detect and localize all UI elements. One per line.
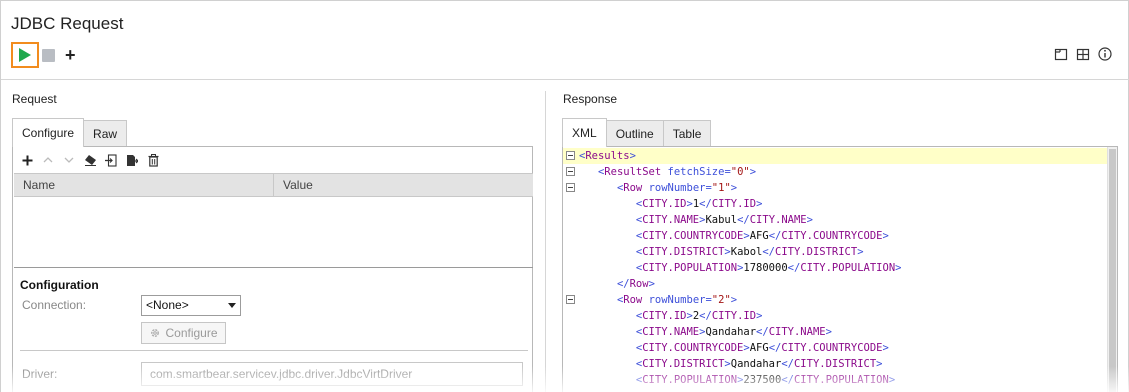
- xml-line: <Results>: [563, 148, 1108, 164]
- xml-line: <CITY.DISTRICT>Qandahar</CITY.DISTRICT>: [635, 358, 883, 370]
- params-toolbar: [13, 147, 532, 173]
- stop-icon[interactable]: [42, 48, 55, 62]
- response-tabs: XML Outline Table: [562, 118, 712, 147]
- xml-line: <CITY.NAME>Kabul</CITY.NAME>: [635, 214, 813, 226]
- jdbc-request-window: JDBC Request + Request Configure Raw Nam…: [0, 0, 1129, 392]
- fold-toggle-icon[interactable]: [566, 167, 575, 176]
- xml-line: <ResultSet fetchSize="0">: [597, 166, 757, 178]
- delete-icon[interactable]: [146, 153, 160, 167]
- run-button[interactable]: [11, 42, 39, 68]
- connection-select-value: <None>: [146, 298, 189, 312]
- configure-button[interactable]: Configure: [141, 322, 226, 344]
- tab-table[interactable]: Table: [662, 120, 712, 147]
- header-divider: [1, 79, 1129, 80]
- connection-label: Connection:: [22, 298, 87, 312]
- info-icon[interactable]: [1098, 47, 1112, 61]
- tab-raw[interactable]: Raw: [83, 120, 128, 147]
- panel-splitter[interactable]: [545, 91, 546, 392]
- xml-line: <CITY.POPULATION>1780000</CITY.POPULATIO…: [635, 262, 902, 274]
- driver-label: Driver:: [22, 367, 58, 381]
- fold-toggle-icon[interactable]: [566, 183, 575, 192]
- import-icon[interactable]: [104, 153, 118, 167]
- view-toolbar: [1054, 47, 1112, 61]
- tab-outline[interactable]: Outline: [605, 120, 664, 147]
- xml-line: <Row rowNumber="2">: [616, 294, 738, 306]
- export-icon[interactable]: [125, 153, 139, 167]
- fold-toggle-icon[interactable]: [566, 295, 575, 304]
- tab-xml[interactable]: XML: [562, 118, 607, 147]
- configuration-divider: [20, 350, 528, 351]
- xml-line: <CITY.ID>1</CITY.ID>: [635, 198, 763, 210]
- scrollbar-thumb[interactable]: [1109, 149, 1116, 392]
- params-table-header: Name Value: [14, 174, 533, 197]
- driver-field[interactable]: com.smartbear.servicev.jdbc.driver.JdbcV…: [141, 362, 523, 386]
- xml-line: <CITY.POPULATION>237500</CITY.POPULATION…: [635, 374, 896, 386]
- xml-line: <CITY.ID>2</CITY.ID>: [635, 310, 763, 322]
- layout-grid-icon[interactable]: [1076, 47, 1090, 61]
- response-label: Response: [563, 92, 618, 106]
- clear-icon[interactable]: [83, 153, 97, 167]
- request-tabs: Configure Raw: [12, 118, 128, 147]
- params-table: Name Value: [14, 173, 533, 268]
- tab-configure[interactable]: Configure: [12, 118, 85, 147]
- plus-icon[interactable]: +: [65, 46, 76, 64]
- gear-icon: [151, 329, 160, 337]
- column-header-value[interactable]: Value: [274, 174, 313, 197]
- vertical-scrollbar[interactable]: [1107, 147, 1117, 392]
- xml-line: <CITY.NAME>Qandahar</CITY.NAME>: [635, 326, 832, 338]
- response-panel: <Results> <ResultSet fetchSize="0"> <Row…: [562, 146, 1118, 392]
- configuration-heading: Configuration: [20, 278, 99, 292]
- xml-line: <CITY.DISTRICT>Kabol</CITY.DISTRICT>: [635, 246, 864, 258]
- xml-line: <CITY.COUNTRYCODE>AFG</CITY.COUNTRYCODE>: [635, 230, 889, 242]
- add-param-icon[interactable]: [20, 153, 34, 167]
- layout-single-icon[interactable]: [1054, 47, 1068, 61]
- column-header-name[interactable]: Name: [14, 174, 274, 197]
- xml-editor[interactable]: <Results> <ResultSet fetchSize="0"> <Row…: [563, 147, 1108, 392]
- xml-line: </Row>: [616, 278, 655, 290]
- move-up-icon[interactable]: [41, 153, 55, 167]
- request-panel: Name Value Configuration Connection: <No…: [12, 146, 533, 392]
- page-title: JDBC Request: [11, 14, 124, 33]
- configure-button-label: Configure: [165, 326, 218, 340]
- chevron-down-icon: [228, 303, 236, 308]
- xml-line: <Row rowNumber="1">: [616, 182, 738, 194]
- connection-select[interactable]: <None>: [141, 295, 241, 316]
- request-label: Request: [12, 92, 57, 106]
- move-down-icon[interactable]: [62, 153, 76, 167]
- fold-toggle-icon[interactable]: [566, 151, 575, 160]
- play-icon: [19, 48, 31, 62]
- main-toolbar: +: [11, 42, 76, 68]
- xml-line: <CITY.COUNTRYCODE>AFG</CITY.COUNTRYCODE>: [635, 342, 889, 354]
